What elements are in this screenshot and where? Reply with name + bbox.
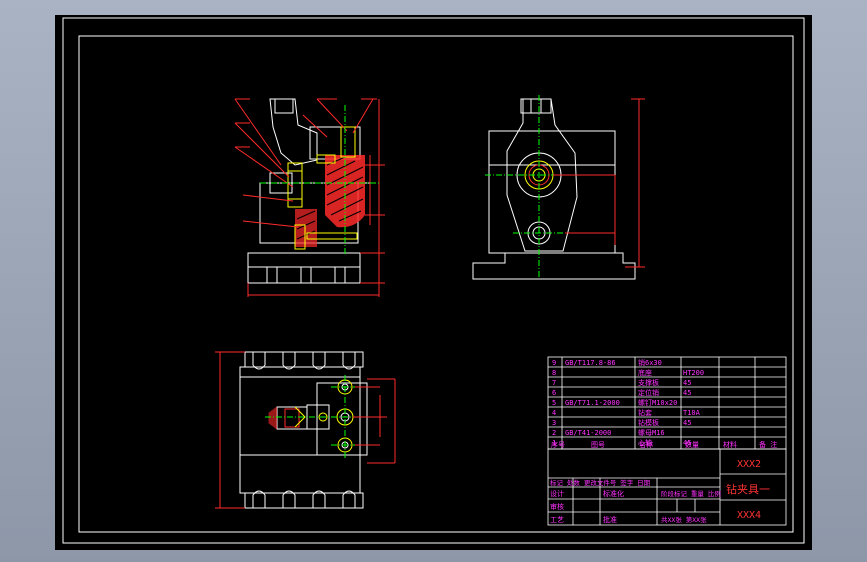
- parts-cell-name: 钻模板: [638, 418, 659, 427]
- engineering-drawing: 9 GB/T117.8-86 销6x30 8 底座 HT200 7 支撑板 45 6 定位销 45 5 G…: [62, 17, 805, 544]
- parts-cell-name: 螺钉M10x20: [638, 398, 677, 407]
- top-view-holes: [268, 379, 354, 453]
- parts-cell-name: 底座: [638, 368, 652, 377]
- parts-cell-no: 4: [552, 409, 556, 417]
- process-label: 工艺: [550, 516, 564, 524]
- parts-header-material: 材料: [723, 440, 737, 449]
- parts-cell-no: 9: [552, 359, 556, 367]
- parts-cell-name: 螺母M16: [638, 428, 665, 437]
- parts-cell-name: 钻套: [638, 408, 652, 417]
- parts-cell-no: 6: [552, 389, 556, 397]
- parts-cell-name: 销6x30: [638, 358, 662, 367]
- parts-cell-material: 45: [683, 419, 691, 427]
- top-view: [239, 351, 368, 509]
- drawing-number-bottom: XXX4: [737, 510, 761, 521]
- stage-label: 阶段标记 重量 比例: [661, 489, 721, 498]
- parts-cell-material: HT200: [683, 369, 704, 377]
- standard-label: 标准化: [603, 489, 624, 498]
- outer-border: [62, 17, 805, 544]
- review-label: 审核: [550, 502, 564, 511]
- side-dimensions: [553, 98, 645, 268]
- parts-cell-no: 2: [552, 429, 556, 437]
- parts-header-remark: 备 注: [759, 440, 777, 449]
- parts-cell-name: 定位销: [638, 388, 659, 397]
- parts-header-no: 序号: [551, 440, 565, 449]
- inner-border: [78, 35, 794, 533]
- side-view: [472, 98, 636, 280]
- title-block-text: 序号 图号 名称 数量 材料 备 注 XXX2 钻夹具一 XXX4 标记 处数 …: [550, 440, 777, 524]
- parts-header-qty: 数量: [685, 440, 699, 449]
- side-centerlines: [485, 95, 585, 277]
- parts-cell-name: 支撑板: [638, 378, 659, 387]
- parts-cell-code: GB/T71.1-2000: [565, 399, 620, 407]
- parts-header-name: 名称: [639, 440, 653, 449]
- parts-cell-no: 7: [552, 379, 556, 387]
- parts-cell-no: 5: [552, 399, 556, 407]
- parts-cell-no: 8: [552, 369, 556, 377]
- approve-label: 批准: [603, 515, 617, 524]
- parts-cell-code: GB/T41-2000: [565, 429, 611, 437]
- sheets-label: 共XX张 第XX张: [661, 515, 707, 524]
- cad-viewport[interactable]: 9 GB/T117.8-86 销6x30 8 底座 HT200 7 支撑板 45 6 定位销 45 5 G…: [55, 15, 812, 550]
- parts-cell-material: 45: [683, 379, 691, 387]
- design-label: 设计: [550, 489, 564, 498]
- drawing-number-top: XXX2: [737, 459, 761, 470]
- top-dimensions: [215, 351, 396, 509]
- parts-cell-no: 3: [552, 419, 556, 427]
- parts-cell-code: GB/T117.8-86: [565, 359, 616, 367]
- parts-cell-material: 45: [683, 389, 691, 397]
- parts-header-code: 图号: [591, 441, 605, 449]
- revision-row: 标记 处数 更改文件号 签字 日期: [550, 478, 651, 487]
- drawing-title: 钻夹具一: [726, 482, 770, 496]
- parts-cell-material: T10A: [683, 409, 701, 417]
